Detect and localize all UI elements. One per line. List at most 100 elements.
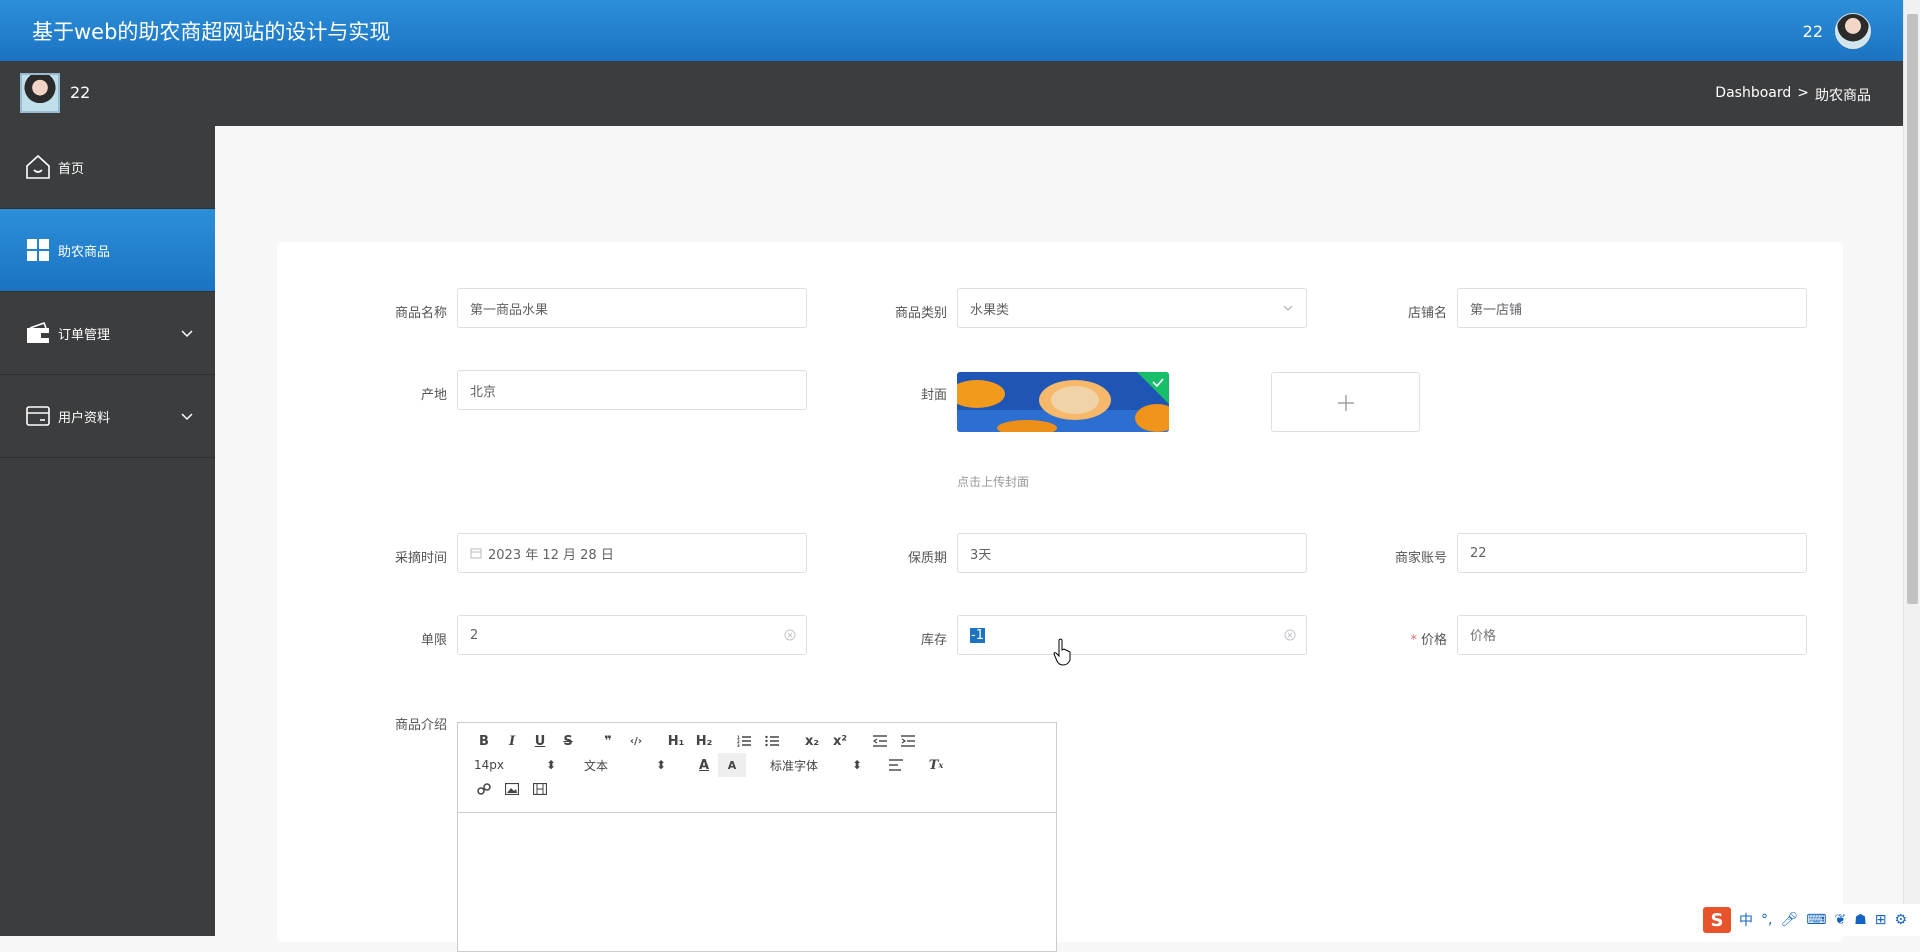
top-header: 基于web的助农商超网站的设计与实现 22 [0,0,1903,61]
video-icon[interactable] [526,777,554,801]
chevron-down-icon [1282,302,1294,314]
header-username: 22 [1803,22,1823,41]
sidebar-item-label: 首页 [58,158,84,177]
strike-button[interactable]: S [554,729,582,753]
sidebar-item-label: 用户资料 [58,407,110,426]
required-mark: * [1410,633,1417,648]
ordered-list-icon[interactable]: 123 [730,729,758,753]
background-color-icon[interactable]: A [718,753,746,777]
rich-text-editor[interactable]: B I U S ❞ ‹/› H₁ H₂ 123 [457,722,1057,952]
shelf-input[interactable]: 3天 [957,533,1307,573]
sidebar-item-orders[interactable]: 订单管理 [0,292,215,375]
skin-icon[interactable]: ❦ [1834,912,1846,928]
limit-input[interactable]: 2 [457,615,807,655]
font-family-select[interactable]: 标准字体⬍ [766,753,866,777]
clear-format-icon[interactable]: Tx [922,753,950,777]
orange-photo [957,372,1169,432]
grid-menu-icon[interactable]: ⊞ [1875,912,1887,928]
subscript-button[interactable]: x₂ [798,729,826,753]
price-label: *价格 [1347,629,1447,648]
main-content: 商品名称 第一商品水果 商品类别 水果类 店铺名 第一店铺 产地 北京 封面 [215,126,1903,936]
intro-label: 商品介绍 [347,714,447,733]
shop-input[interactable]: 第一店铺 [1457,288,1807,328]
clear-icon[interactable] [1284,629,1296,641]
toolbox-icon[interactable]: ☗ [1854,912,1867,928]
image-icon[interactable] [498,777,526,801]
mic-icon[interactable]: 🎤︎ [1780,912,1798,928]
sidebar-item-home[interactable]: 首页 [0,126,215,209]
cover-label: 封面 [847,384,947,403]
sidebar-item-label: 助农商品 [58,241,110,260]
breadcrumb-separator: > [1797,85,1809,105]
pickdate-label: 采摘时间 [347,547,447,566]
header-user[interactable]: 22 [1803,13,1871,49]
font-color-icon[interactable]: A [690,753,718,777]
stock-value: -1 [970,628,985,643]
pickdate-input[interactable]: 2023 年 12 月 28 日 [457,533,807,573]
limit-label: 单限 [347,629,447,648]
hand-cursor-icon [1053,638,1073,666]
merchant-input[interactable]: 22 [1457,533,1807,573]
link-icon[interactable] [470,777,498,801]
indent-icon[interactable] [894,729,922,753]
category-value: 水果类 [970,299,1009,318]
cover-image[interactable] [957,372,1169,432]
bullet-list-icon[interactable] [758,729,786,753]
stock-label: 库存 [847,629,947,648]
code-button[interactable]: ‹/› [622,729,650,753]
breadcrumb-home[interactable]: Dashboard [1715,85,1791,105]
app-title: 基于web的助农商超网站的设计与实现 [32,16,390,46]
price-input[interactable] [1457,615,1807,655]
cover-hint: 点击上传封面 [957,473,1029,490]
punctuation-icon[interactable]: °, [1761,912,1772,928]
header-avatar[interactable] [1835,13,1871,49]
sidebar-item-profile[interactable]: 用户资料 [0,375,215,458]
ime-lang[interactable]: 中 [1739,910,1753,930]
origin-input[interactable]: 北京 [457,370,807,410]
settings-icon[interactable]: ⚙︎ [1894,912,1907,928]
h1-button[interactable]: H₁ [662,729,690,753]
stock-input[interactable]: -1 [957,615,1307,655]
sogou-logo-icon[interactable]: S [1703,907,1731,933]
profile-name: 22 [70,83,90,102]
superscript-button[interactable]: x² [826,729,854,753]
card-icon [24,402,52,430]
align-icon[interactable] [882,753,910,777]
bold-button[interactable]: B [470,729,498,753]
limit-value: 2 [470,628,478,643]
keyboard-icon[interactable]: ⌨︎ [1806,912,1826,928]
shelf-label: 保质期 [847,547,947,566]
font-size-select[interactable]: 14px⬍ [470,753,560,777]
category-label: 商品类别 [847,302,947,321]
italic-button[interactable]: I [498,729,526,753]
h2-button[interactable]: H₂ [690,729,718,753]
underline-button[interactable]: U [526,729,554,753]
outdent-icon[interactable] [866,729,894,753]
pickdate-value: 2023 年 12 月 28 日 [488,544,614,563]
editor-toolbar: B I U S ❞ ‹/› H₁ H₂ 123 [458,723,1056,813]
profile-avatar[interactable] [20,73,60,113]
breadcrumb-current: 助农商品 [1815,85,1871,105]
svg-text:3: 3 [737,743,740,747]
sub-header: 22 Dashboard > 助农商品 [0,61,1903,126]
merchant-label: 商家账号 [1347,547,1447,566]
product-form: 商品名称 第一商品水果 商品类别 水果类 店铺名 第一店铺 产地 北京 封面 [277,242,1843,942]
ime-toolbar[interactable]: S 中 °, 🎤︎ ⌨︎ ❦ ☗ ⊞ ⚙︎ [1695,904,1920,936]
sidebar-item-products[interactable]: 助农商品 [0,209,215,292]
category-select[interactable]: 水果类 [957,288,1307,328]
origin-label: 产地 [347,384,447,403]
home-icon [24,153,52,181]
clear-icon[interactable] [784,629,796,641]
sidebar-item-label: 订单管理 [58,324,110,343]
scrollbar-thumb[interactable] [1907,14,1918,604]
chevron-down-icon [181,327,193,339]
upload-cover-button[interactable] [1271,372,1420,432]
breadcrumb: Dashboard > 助农商品 [1715,85,1871,105]
header-select[interactable]: 文本⬍ [580,753,670,777]
calendar-icon [470,547,482,559]
page-scrollbar[interactable] [1903,0,1920,936]
name-input[interactable]: 第一商品水果 [457,288,807,328]
wallet-icon [24,319,52,347]
editor-content[interactable] [458,813,1056,951]
blockquote-button[interactable]: ❞ [594,729,622,753]
